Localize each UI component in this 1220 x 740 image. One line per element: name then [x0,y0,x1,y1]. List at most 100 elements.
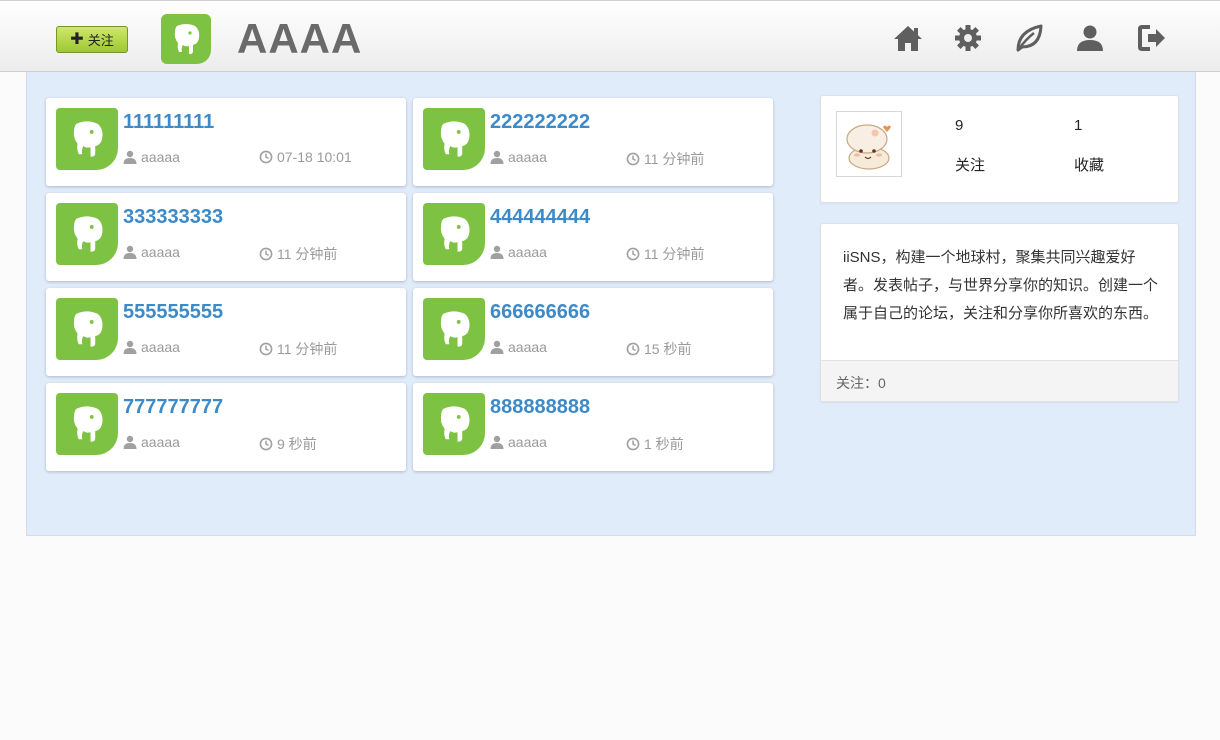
post-title[interactable]: 777777777 [123,396,223,419]
description-line: 属于自己的论坛，关注和分享你所喜欢的东西。 [843,305,1159,322]
author-name: aaaaa [141,244,180,260]
clock-icon [259,247,273,261]
post-time: 11 分钟前 [259,339,337,359]
author-name: aaaaa [508,434,547,450]
post-card[interactable]: 444444444 aaaaa 11 分钟前 [413,193,773,281]
home-icon [894,26,922,51]
post-card[interactable]: 555555555 aaaaa 11 分钟前 [46,288,406,376]
post-title[interactable]: 666666666 [490,301,590,324]
post-card[interactable]: 888888888 aaaaa 1 秒前 [413,383,773,471]
user-icon [490,435,504,449]
time-text: 11 分钟前 [644,246,705,262]
elephant-icon [73,216,103,252]
clock-icon [626,437,640,451]
clock-icon [259,150,273,164]
clock-icon [259,342,273,356]
post-time: 9 秒前 [259,434,317,454]
post-time: 07-18 10:01 [259,149,352,165]
post-time: 11 分钟前 [626,244,704,264]
following-count[interactable]: 9 [955,117,963,134]
post-author: aaaaa [123,149,180,165]
post-title[interactable]: 333333333 [123,206,223,229]
post-time: 11 分钟前 [259,244,337,264]
author-name: aaaaa [141,339,180,355]
user-icon [123,245,137,259]
post-card[interactable]: 222222222 aaaaa 11 分钟前 [413,98,773,186]
time-text: 11 分钟前 [644,151,705,167]
user-icon [123,150,137,164]
author-name: aaaaa [508,149,547,165]
time-text: 07-18 10:01 [277,149,352,165]
gear-icon [955,25,981,51]
post-thumbnail[interactable] [56,298,118,360]
user-profile-panel: 9 关注 1 收藏 [820,95,1179,203]
author-name: aaaaa [141,149,180,165]
post-thumbnail[interactable] [423,203,485,265]
elephant-icon [440,311,470,347]
home-nav-button[interactable] [891,21,925,55]
post-time: 1 秒前 [626,434,684,454]
post-title[interactable]: 444444444 [490,206,590,229]
elephant-icon [174,24,200,54]
user-icon [490,150,504,164]
elephant-icon [440,121,470,157]
post-thumbnail[interactable] [56,108,118,170]
time-text: 1 秒前 [644,436,684,452]
post-author: aaaaa [490,339,547,355]
post-title[interactable]: 555555555 [123,301,223,324]
follower-count: 关注：0 [821,360,1178,401]
post-author: aaaaa [490,434,547,450]
post-card[interactable]: 333333333 aaaaa 11 分钟前 [46,193,406,281]
author-name: aaaaa [508,244,547,260]
following-label[interactable]: 关注 [955,154,985,175]
clock-icon [626,247,640,261]
elephant-icon [73,311,103,347]
elephant-icon [73,406,103,442]
site-title: AAAA [237,15,363,62]
settings-nav-button[interactable] [951,21,985,55]
post-title[interactable]: 111111111 [123,111,214,134]
post-thumbnail[interactable] [423,298,485,360]
post-thumbnail[interactable] [423,393,485,455]
description-line: iiSNS，构建一个地球村，聚集共同兴趣爱好 [843,249,1136,266]
post-time: 15 秒前 [626,339,691,359]
site-about-panel: iiSNS，构建一个地球村，聚集共同兴趣爱好 者。发表帖子，与世界分享你的知识。… [820,223,1179,402]
post-thumbnail[interactable] [56,393,118,455]
leaf-icon [1016,24,1043,52]
user-icon [1077,25,1103,51]
leaf-nav-button[interactable] [1012,21,1046,55]
post-time: 11 分钟前 [626,149,704,169]
elephant-icon [440,406,470,442]
author-name: aaaaa [508,339,547,355]
post-card[interactable]: 666666666 aaaaa 15 秒前 [413,288,773,376]
post-thumbnail[interactable] [56,203,118,265]
post-thumbnail[interactable] [423,108,485,170]
follow-button[interactable]: ✚ 关注 [56,26,128,53]
post-author: aaaaa [123,244,180,260]
post-card[interactable]: 777777777 aaaaa 9 秒前 [46,383,406,471]
post-title[interactable]: 888888888 [490,396,590,419]
clock-icon [626,342,640,356]
clock-icon [259,437,273,451]
logout-nav-button[interactable] [1135,21,1169,55]
post-title[interactable]: 222222222 [490,111,590,134]
user-icon [490,340,504,354]
plus-icon: ✚ [70,30,84,48]
site-logo[interactable] [161,14,211,64]
logout-icon [1138,25,1165,51]
avatar[interactable] [836,111,902,177]
post-author: aaaaa [490,244,547,260]
site-description: iiSNS，构建一个地球村，聚集共同兴趣爱好 者。发表帖子，与世界分享你的知识。… [843,244,1163,328]
time-text: 11 分钟前 [277,246,338,262]
user-icon [123,340,137,354]
post-author: aaaaa [123,339,180,355]
time-text: 11 分钟前 [277,341,338,357]
time-text: 9 秒前 [277,436,317,452]
favorites-label[interactable]: 收藏 [1074,154,1104,175]
post-card[interactable]: 111111111 aaaaa 07-18 10:01 [46,98,406,186]
favorites-count[interactable]: 1 [1074,117,1082,134]
profile-nav-button[interactable] [1073,21,1107,55]
post-author: aaaaa [123,434,180,450]
description-line: 者。发表帖子，与世界分享你的知识。创建一个 [843,277,1159,294]
elephant-icon [440,216,470,252]
